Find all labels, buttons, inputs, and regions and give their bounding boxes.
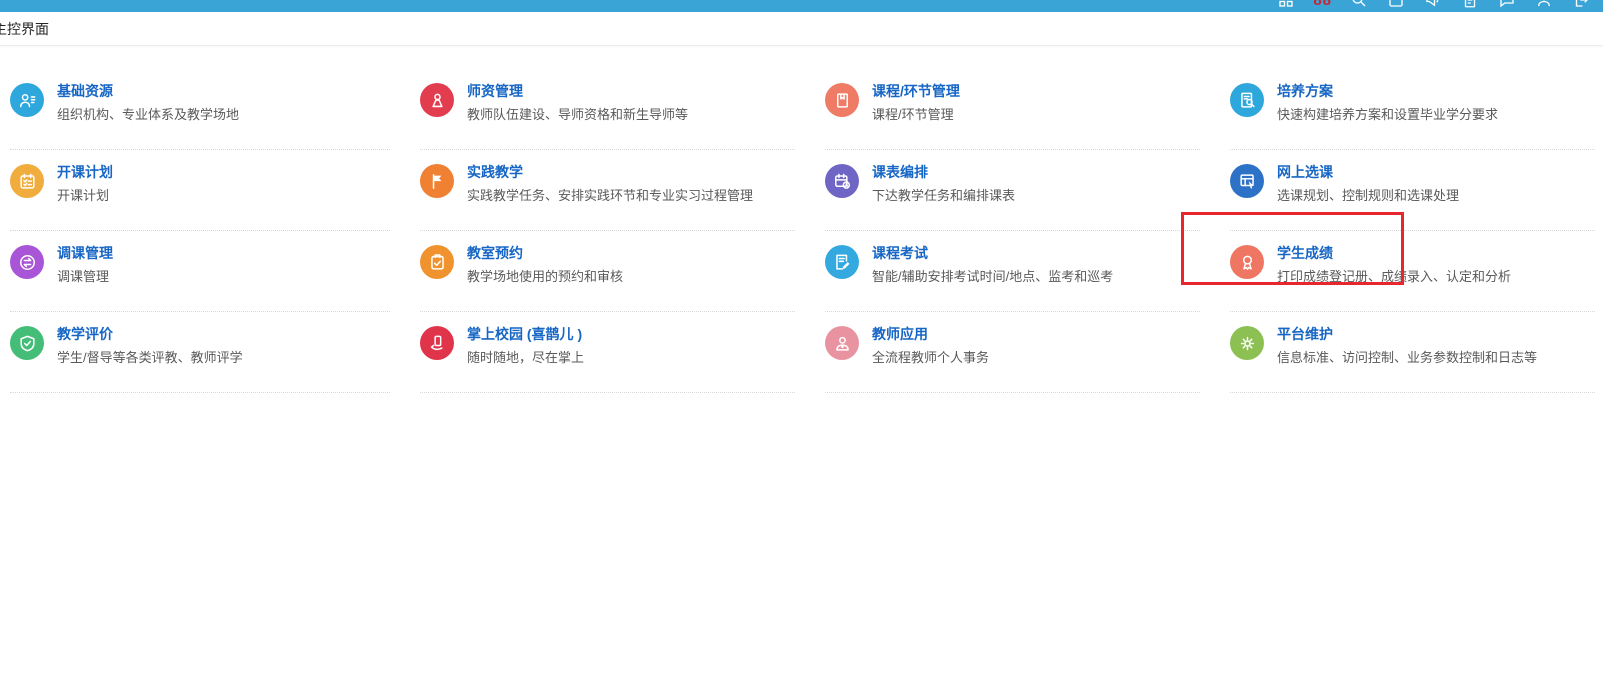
phone-hand-icon — [420, 326, 454, 360]
tile-subtitle: 开课计划 — [57, 189, 113, 203]
tile-title[interactable]: 课表编排 — [872, 165, 1015, 180]
teacher-icon — [420, 83, 454, 117]
tile-training-program[interactable]: 培养方案 快速构建培养方案和设置毕业学分要求 — [1230, 69, 1595, 150]
tile-subtitle: 随时随地，尽在掌上 — [467, 351, 584, 365]
document-icon[interactable] — [1460, 0, 1480, 10]
tile-title[interactable]: 基础资源 — [57, 84, 239, 99]
notification-badge[interactable]: 88 — [1313, 0, 1332, 9]
tile-subtitle: 信息标准、访问控制、业务参数控制和日志等 — [1277, 351, 1537, 365]
tile-subtitle: 教师队伍建设、导师资格和新生导师等 — [467, 108, 688, 122]
apps-grid-icon[interactable] — [1276, 0, 1296, 10]
tile-title[interactable]: 平台维护 — [1277, 327, 1537, 342]
tile-subtitle: 课程/环节管理 — [872, 108, 960, 122]
tile-student-grades[interactable]: 学生成绩 打印成绩登记册、成绩录入、认定和分析 — [1230, 231, 1595, 312]
tile-timetable-arrangement[interactable]: 课表编排 下达教学任务和编排课表 — [825, 150, 1200, 231]
chat-icon[interactable] — [1497, 0, 1517, 10]
page-header: 主控界面 — [0, 12, 1603, 46]
tile-subtitle: 实践教学任务、安排实践环节和专业实习过程管理 — [467, 189, 753, 203]
flag-icon — [420, 164, 454, 198]
tile-title[interactable]: 师资管理 — [467, 84, 688, 99]
tile-title[interactable]: 调课管理 — [57, 246, 113, 261]
clipboard-check-icon — [420, 245, 454, 279]
doc-pencil-icon — [825, 245, 859, 279]
tile-title[interactable]: 教室预约 — [467, 246, 623, 261]
table-cursor-icon — [1230, 164, 1264, 198]
calendar-icon[interactable] — [1386, 0, 1406, 10]
tile-course-management[interactable]: 课程/环节管理 课程/环节管理 — [825, 69, 1200, 150]
tile-subtitle: 智能/辅助安排考试时间/地点、监考和巡考 — [872, 270, 1113, 284]
tile-subtitle: 快速构建培养方案和设置毕业学分要求 — [1277, 108, 1498, 122]
tile-subtitle: 打印成绩登记册、成绩录入、认定和分析 — [1277, 270, 1511, 284]
tile-title[interactable]: 网上选课 — [1277, 165, 1459, 180]
tile-platform-maintenance[interactable]: 平台维护 信息标准、访问控制、业务参数控制和日志等 — [1230, 312, 1595, 393]
tile-title[interactable]: 课程/环节管理 — [872, 84, 960, 99]
org-user-icon — [10, 83, 44, 117]
tile-course-exam[interactable]: 课程考试 智能/辅助安排考试时间/地点、监考和巡考 — [825, 231, 1200, 312]
calendar-clock-icon — [825, 164, 859, 198]
tile-teacher-applications[interactable]: 教师应用 全流程教师个人事务 — [825, 312, 1200, 393]
tile-subtitle: 全流程教师个人事务 — [872, 351, 989, 365]
tile-subtitle: 学生/督导等各类评教、教师评学 — [57, 351, 243, 365]
tile-teacher-management[interactable]: 师资管理 教师队伍建设、导师资格和新生导师等 — [420, 69, 795, 150]
tile-online-course-selection[interactable]: 网上选课 选课规划、控制规则和选课处理 — [1230, 150, 1595, 231]
tile-subtitle: 教学场地使用的预约和审核 — [467, 270, 623, 284]
tile-practical-teaching[interactable]: 实践教学 实践教学任务、安排实践环节和专业实习过程管理 — [420, 150, 795, 231]
swap-arrows-icon — [10, 245, 44, 279]
tile-title[interactable]: 开课计划 — [57, 165, 113, 180]
tile-course-adjustment[interactable]: 调课管理 调课管理 — [10, 231, 390, 312]
tile-title[interactable]: 课程考试 — [872, 246, 1113, 261]
announcement-icon[interactable] — [1423, 0, 1443, 10]
tile-subtitle: 选课规划、控制规则和选课处理 — [1277, 189, 1459, 203]
tile-basic-resources[interactable]: 基础资源 组织机构、专业体系及教学场地 — [10, 69, 390, 150]
topbar-icon-row: 88 — [1276, 0, 1591, 10]
doc-search-icon — [1230, 83, 1264, 117]
tile-title[interactable]: 学生成绩 — [1277, 246, 1511, 261]
tile-classroom-reservation[interactable]: 教室预约 教学场地使用的预约和审核 — [420, 231, 795, 312]
tile-title[interactable]: 培养方案 — [1277, 84, 1498, 99]
tile-subtitle: 调课管理 — [57, 270, 113, 284]
teacher-avatar-icon — [825, 326, 859, 360]
medal-icon — [1230, 245, 1264, 279]
tile-title[interactable]: 掌上校园 (喜鹊儿 ) — [467, 327, 584, 342]
book-icon — [825, 83, 859, 117]
tile-subtitle: 组织机构、专业体系及教学场地 — [57, 108, 239, 122]
user-icon[interactable] — [1534, 0, 1554, 10]
tile-title[interactable]: 教师应用 — [872, 327, 989, 342]
search-icon[interactable] — [1349, 0, 1369, 10]
tile-course-offering-plan[interactable]: 开课计划 开课计划 — [10, 150, 390, 231]
calendar-plan-icon — [10, 164, 44, 198]
tile-title[interactable]: 实践教学 — [467, 165, 753, 180]
tile-teaching-evaluation[interactable]: 教学评价 学生/督导等各类评教、教师评学 — [10, 312, 390, 393]
tile-subtitle: 下达教学任务和编排课表 — [872, 189, 1015, 203]
page-title: 主控界面 — [0, 19, 49, 39]
exit-icon[interactable] — [1571, 0, 1591, 10]
module-grid: 基础资源 组织机构、专业体系及教学场地 师资管理 教师队伍建设、导师资格和新生导… — [0, 69, 1603, 393]
top-navigation-bar: 88 — [0, 0, 1603, 12]
shield-check-icon — [10, 326, 44, 360]
gear-wrench-icon — [1230, 326, 1264, 360]
tile-mobile-campus[interactable]: 掌上校园 (喜鹊儿 ) 随时随地，尽在掌上 — [420, 312, 795, 393]
tile-title[interactable]: 教学评价 — [57, 327, 243, 342]
